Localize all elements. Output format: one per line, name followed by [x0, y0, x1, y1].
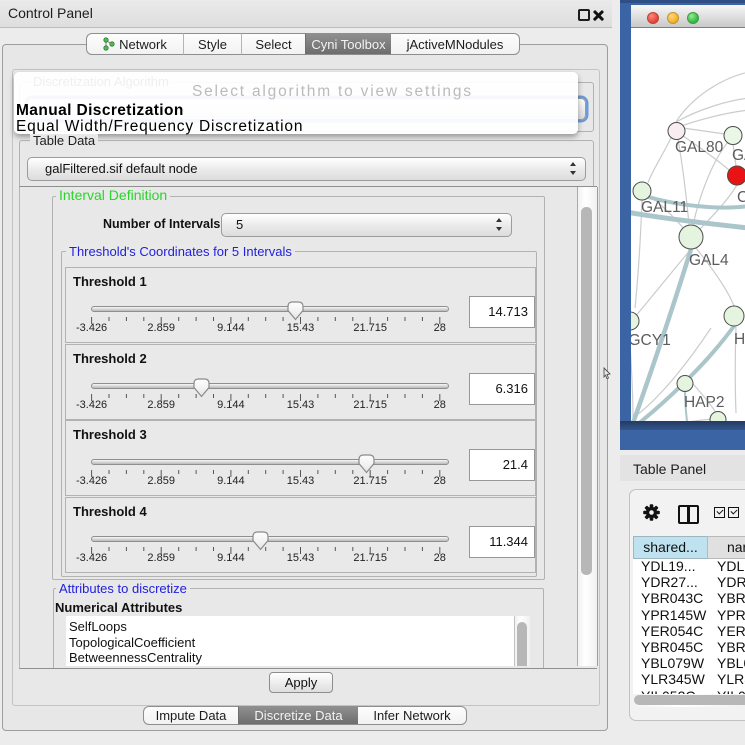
svg-text:HIS: HIS	[734, 331, 745, 348]
svg-text:GAL11: GAL11	[641, 199, 688, 216]
svg-text:HAP2: HAP2	[684, 394, 725, 411]
svg-text:GCY1: GCY1	[631, 332, 671, 349]
svg-text:GAL4: GAL4	[689, 252, 729, 269]
svg-text:CDC: CDC	[737, 189, 745, 206]
svg-text:GAL80: GAL80	[675, 139, 724, 156]
svg-text:GAL3: GAL3	[732, 147, 745, 164]
